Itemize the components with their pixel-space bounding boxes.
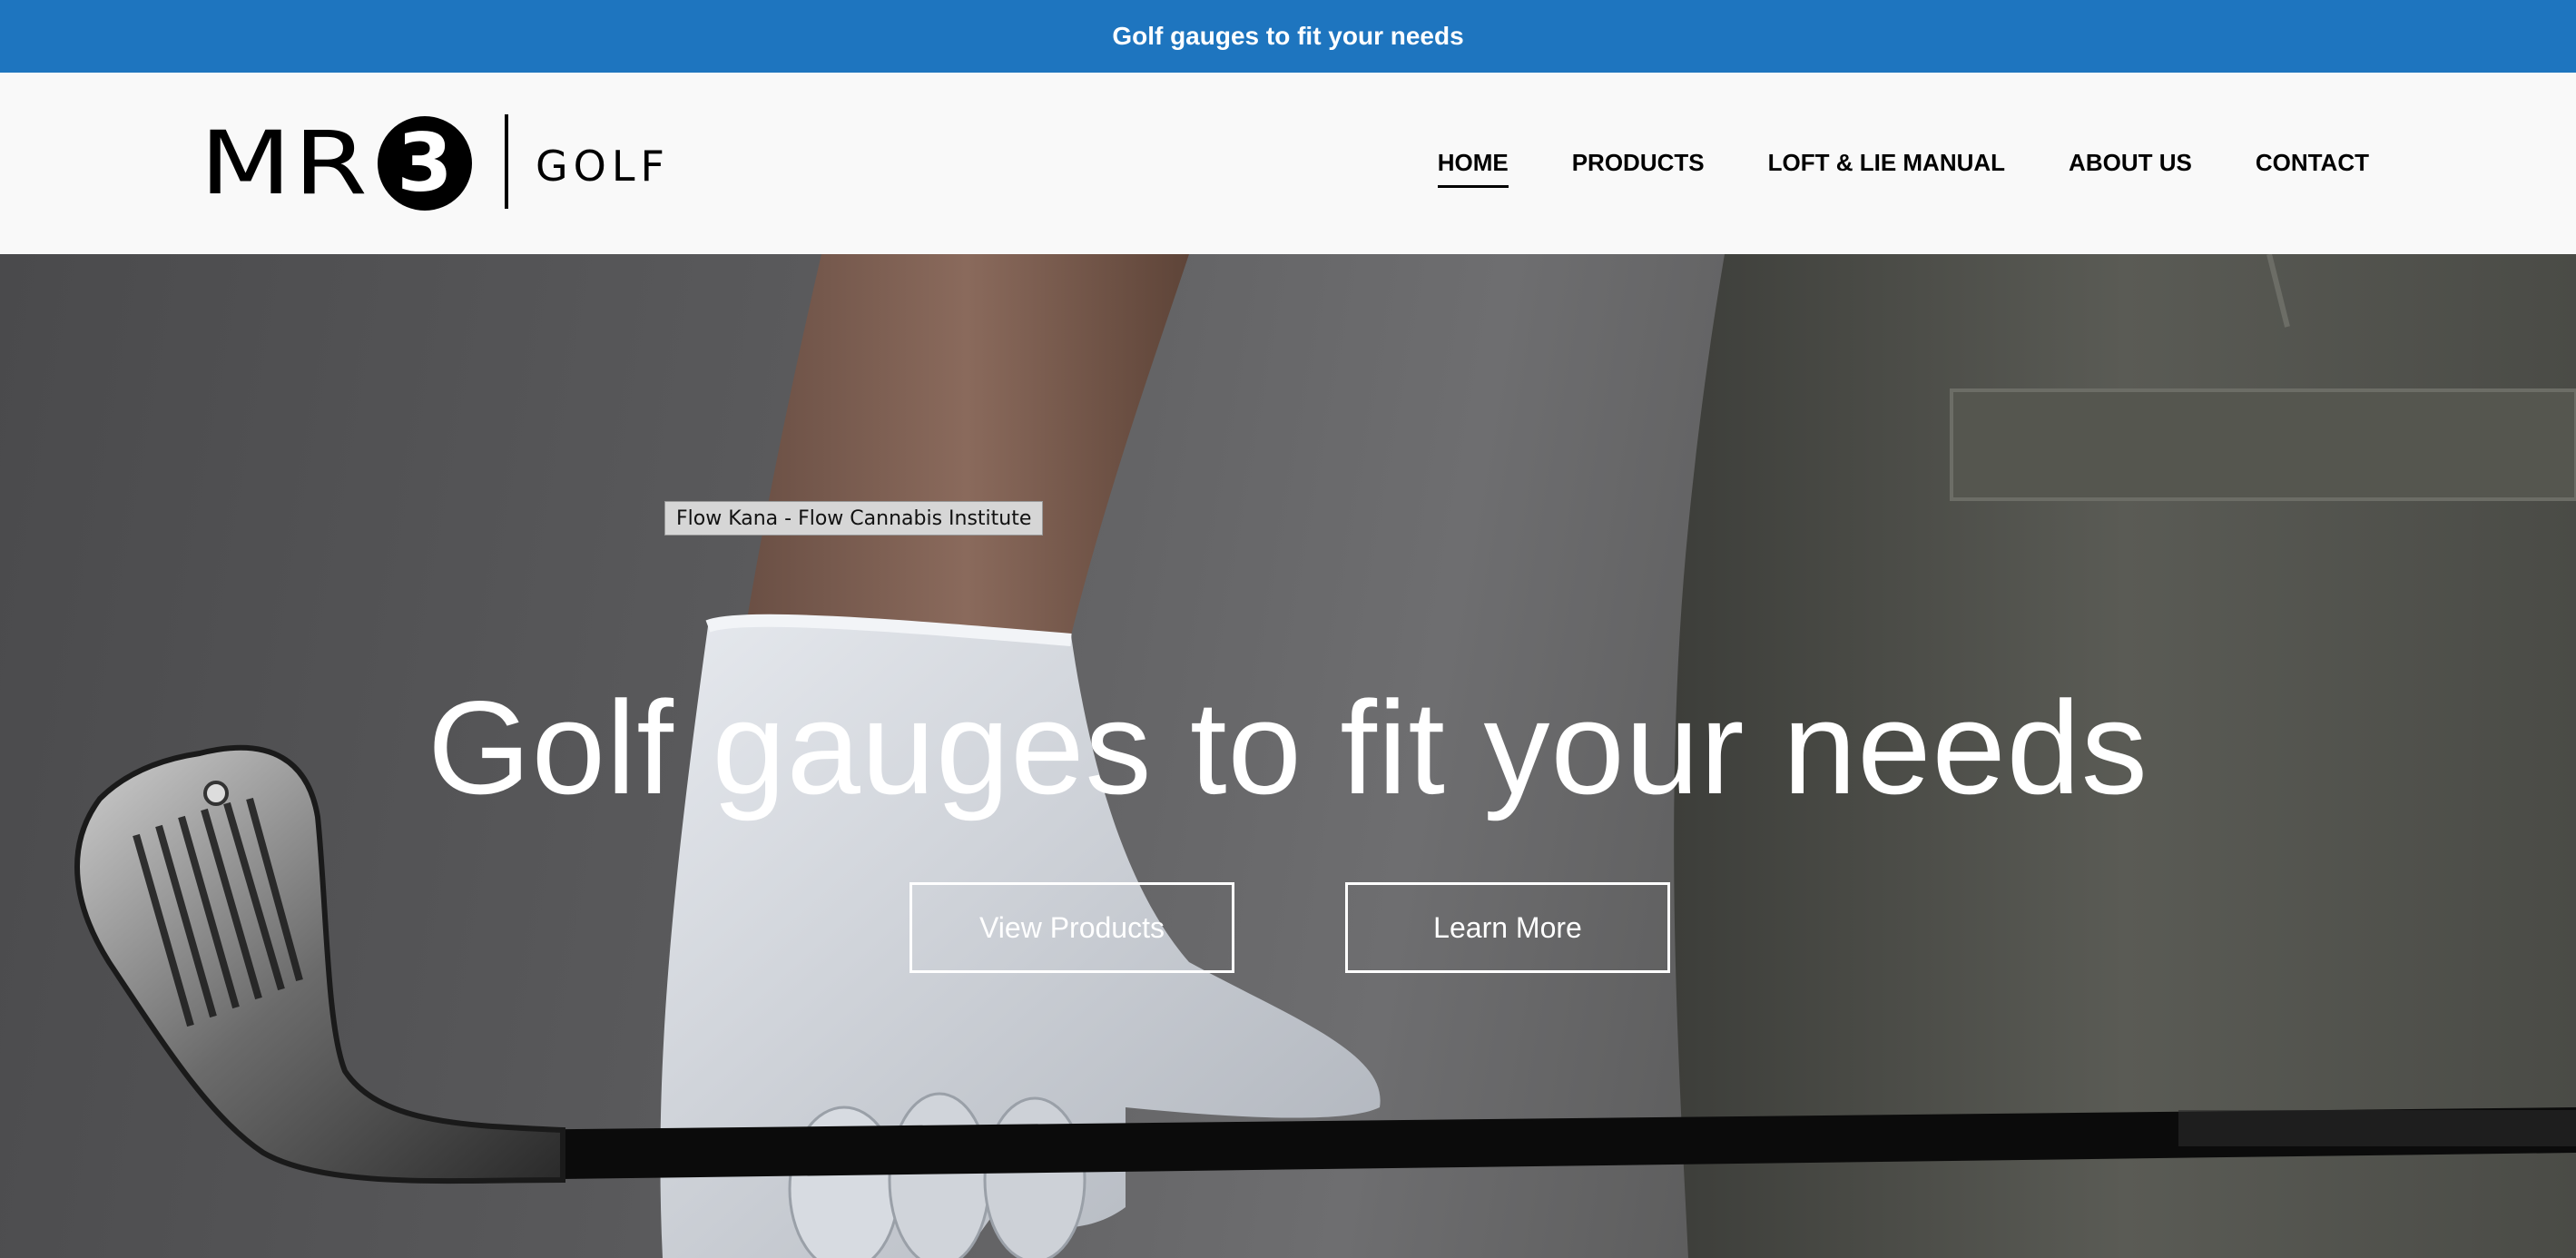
logo-divider bbox=[505, 114, 508, 209]
brand-logo[interactable]: MR 3 GOLF bbox=[200, 113, 664, 214]
image-tooltip: Flow Kana - Flow Cannabis Institute bbox=[664, 501, 1044, 536]
logo-golf-text: GOLF bbox=[536, 142, 670, 191]
hero-section: Flow Kana - Flow Cannabis Institute Golf… bbox=[0, 254, 2576, 1258]
nav-item-about-us[interactable]: ABOUT US bbox=[2069, 149, 2192, 177]
site-header: MR 3 GOLF HOME PRODUCTS LOFT & LIE MANUA… bbox=[0, 73, 2576, 254]
logo-mr-text: MR bbox=[200, 113, 370, 214]
nav-item-loft-lie-manual[interactable]: LOFT & LIE MANUAL bbox=[1768, 149, 2005, 177]
view-products-button[interactable]: View Products bbox=[909, 882, 1234, 973]
announcement-text: Golf gauges to fit your needs bbox=[1112, 22, 1464, 50]
nav-item-products[interactable]: PRODUCTS bbox=[1572, 149, 1705, 177]
announcement-bar: Golf gauges to fit your needs bbox=[0, 0, 2576, 73]
logo-three-badge: 3 bbox=[378, 116, 472, 211]
main-nav: HOME PRODUCTS LOFT & LIE MANUAL ABOUT US… bbox=[1374, 149, 2369, 188]
nav-item-home[interactable]: HOME bbox=[1437, 149, 1509, 188]
hero-title: Golf gauges to fit your needs bbox=[428, 673, 2148, 821]
learn-more-button[interactable]: Learn More bbox=[1345, 882, 1670, 973]
nav-item-contact[interactable]: CONTACT bbox=[2256, 149, 2369, 177]
